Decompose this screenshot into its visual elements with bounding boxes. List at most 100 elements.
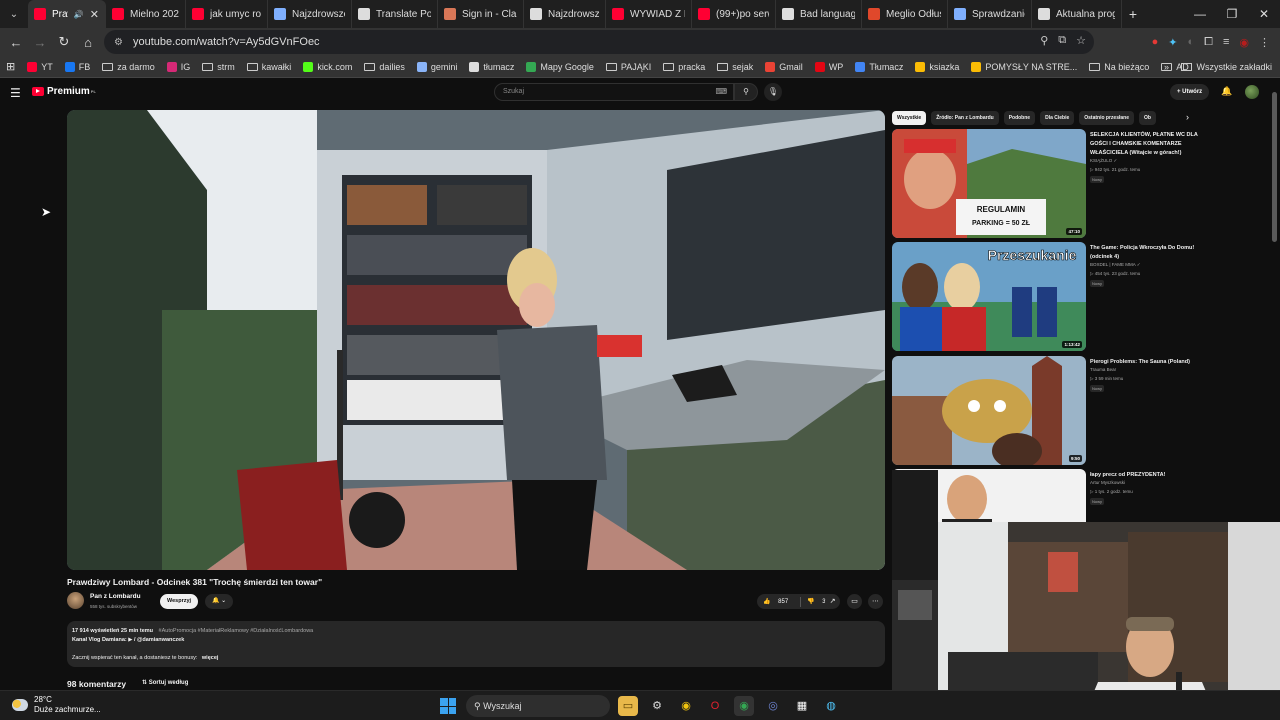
bookmark-item[interactable]: ksiazka (909, 61, 965, 72)
close-window-icon[interactable]: ✕ (1248, 0, 1280, 28)
save-button[interactable]: ▭ (847, 594, 862, 609)
reload-icon[interactable]: ↻ (52, 34, 76, 50)
start-windows-icon[interactable] (440, 698, 456, 714)
video-thumbnail[interactable]: 9:50 (892, 356, 1086, 465)
bookmark-item[interactable]: PAJĄKI (600, 62, 657, 72)
related-channel[interactable]: Trauma Bear (1090, 367, 1116, 372)
bookmark-item[interactable]: kawałki (241, 62, 298, 72)
browser-tab[interactable]: WYWIAD Z MA (606, 0, 692, 28)
channel-avatar[interactable] (67, 592, 84, 609)
bookmark-item[interactable]: IG (161, 61, 197, 72)
back-icon[interactable]: ← (4, 35, 28, 50)
video-thumbnail[interactable]: REGULAMIN PARKING = 50 ZŁ 47:10 (892, 129, 1086, 238)
bookmark-item[interactable]: tłumacz (463, 61, 520, 72)
taskbar-search[interactable]: ⚲ Wyszukaj (466, 695, 610, 717)
file-explorer-icon[interactable]: ▭ (618, 696, 638, 716)
description-box[interactable]: 17 914 wyświetleń 25 min temu #AutoPromo… (67, 621, 885, 667)
extension-icon[interactable]: ✦ (1168, 36, 1177, 49)
page-scrollbar[interactable] (1272, 92, 1277, 242)
tab-audio-icon[interactable]: 🔊 (74, 10, 84, 19)
weather-widget[interactable]: 28°C Duże zachmurze... (12, 695, 101, 715)
bookmark-item[interactable]: za darmo (96, 62, 161, 72)
browser-tab[interactable]: Prawdz 🔊 ✕ (28, 0, 106, 28)
bookmark-item[interactable]: Mapy Google (520, 61, 600, 72)
support-button[interactable]: Wesprzyj (160, 594, 199, 609)
record-extension-icon[interactable]: ● (1152, 36, 1159, 48)
related-channel[interactable]: KSIĄŻULO ✓ (1090, 158, 1117, 164)
browser-tab[interactable]: Sprawdzanie za (948, 0, 1032, 28)
tab-close-icon[interactable]: ✕ (90, 8, 99, 21)
all-bookmarks[interactable]: Wszystkie zakładki (1181, 56, 1272, 78)
keyboard-icon[interactable]: ⌨ (715, 84, 727, 100)
search-button[interactable]: ⚲ (734, 83, 758, 101)
sort-button[interactable]: ⇅ Sortuj według (142, 679, 188, 686)
zoom-icon[interactable]: ⚲ (1040, 34, 1048, 47)
bookmark-item[interactable]: sejak (711, 62, 759, 72)
browser-tab[interactable]: Mielno 2026 - (106, 0, 186, 28)
restore-icon[interactable]: ❐ (1216, 0, 1248, 28)
related-video[interactable]: 9:50 Pierogi Problems: The Sauna (Poland… (892, 356, 1212, 465)
bookmark-item[interactable]: POMYSŁY NA STRE... (965, 61, 1083, 72)
media-icon[interactable]: ≡ (1223, 36, 1229, 48)
youtube-logo[interactable]: Premium PL (32, 86, 96, 97)
globe-icon[interactable]: ◍ (821, 696, 841, 716)
chrome-icon[interactable]: ◉ (734, 696, 754, 716)
browser-tab[interactable]: Meglio Odłuś (862, 0, 948, 28)
filter-chip[interactable]: Ob (1139, 111, 1156, 125)
related-title[interactable]: SELEKCJA KLIENTÓW, PŁATNE WC DLA GOŚCI I… (1090, 131, 1208, 158)
share-button[interactable]: ↗ (825, 594, 840, 609)
related-title[interactable]: Pierogi Problems: The Sauna (Poland) (1090, 358, 1208, 367)
browser-tab[interactable]: Aktualna prog (1032, 0, 1122, 28)
puzzle-icon[interactable]: ⧠ (1204, 36, 1213, 49)
search-input[interactable]: Szukaj ⌨ (494, 83, 734, 101)
microphone-icon[interactable]: 🎙 (764, 83, 782, 101)
address-bar[interactable]: ⚙ youtube.com/watch?v=Ay5dGVnFOec ⚲ ⧉ ☆ (104, 30, 1094, 54)
browser-tab[interactable]: (99+)po serwis (692, 0, 776, 28)
apps-grid-icon[interactable]: ⊞ (0, 60, 21, 73)
browser-tab[interactable]: Sign in - Claude (438, 0, 524, 28)
discord-icon[interactable]: ◎ (763, 696, 783, 716)
new-tab-button[interactable]: + (1122, 6, 1144, 22)
related-title[interactable]: łapy precz od PREZYDENTA! (1090, 471, 1208, 480)
related-video[interactable]: REGULAMIN PARKING = 50 ZŁ 47:10 SELEKCJA… (892, 129, 1212, 238)
related-channel[interactable]: BOXDEL | FAME MMA ✓ (1090, 262, 1141, 268)
create-button[interactable]: + Utwórz (1170, 84, 1210, 100)
notifications-bell-icon[interactable]: 🔔 (1221, 86, 1232, 97)
bookmark-item[interactable]: YT (21, 61, 59, 72)
opera-icon[interactable]: O (705, 696, 725, 716)
bookmark-item[interactable]: strm (196, 62, 241, 72)
browser-tab[interactable]: Bad language (776, 0, 862, 28)
video-player[interactable] (67, 110, 885, 570)
bookmark-item[interactable]: Tłumacz (849, 61, 909, 72)
install-icon[interactable]: ⧉ (1058, 34, 1066, 47)
home-icon[interactable]: ⌂ (76, 35, 100, 50)
bookmark-item[interactable]: pracka (657, 62, 711, 72)
filter-chip[interactable]: Źródło: Pan z Lombardu (931, 111, 999, 125)
show-more-link[interactable]: więcej (202, 655, 219, 661)
account-avatar[interactable] (1245, 85, 1259, 99)
browser-tab[interactable]: jak umyc rower (186, 0, 268, 28)
related-video[interactable]: Przeszukanie 1:13:42 The Game: Policja W… (892, 242, 1212, 351)
forward-icon[interactable]: → (28, 35, 52, 50)
more-actions-button[interactable]: ⋯ (868, 594, 883, 609)
related-channel[interactable]: Artur Myszkowski (1090, 480, 1125, 485)
filter-chip[interactable]: Podobne (1003, 111, 1036, 125)
like-button[interactable]: 👍 857 (757, 598, 800, 605)
menu-dots-icon[interactable]: ⋮ (1259, 36, 1270, 49)
site-info-icon[interactable]: ⚙ (114, 37, 123, 48)
subscribed-bell-button[interactable]: 🔔 ⌄ (205, 594, 234, 609)
profile-icon[interactable]: ◉ (1239, 36, 1249, 49)
bookmark-item[interactable]: gemini (411, 61, 464, 72)
bookmark-item[interactable]: dailies (358, 62, 411, 72)
tab-search-chevron-icon[interactable]: ⌄ (0, 0, 28, 28)
chrome-canary-icon[interactable]: ◉ (676, 696, 696, 716)
filter-chip[interactable]: Dla Ciebie (1040, 111, 1075, 125)
related-title[interactable]: The Game: Policja Wkroczyła Do Domu! (od… (1090, 244, 1208, 262)
bookmark-item[interactable]: kick.com (297, 61, 358, 72)
app-icon[interactable]: ▦ (792, 696, 812, 716)
hashtags[interactable]: #AutoPromocja #MateriałReklamowy #Działa… (159, 628, 314, 634)
filter-chip[interactable]: Wszystkie (892, 111, 927, 125)
browser-tab[interactable]: Translate Polish (352, 0, 438, 28)
bookmark-star-icon[interactable]: ☆ (1076, 34, 1086, 47)
video-thumbnail[interactable]: Przeszukanie 1:13:42 (892, 242, 1086, 351)
